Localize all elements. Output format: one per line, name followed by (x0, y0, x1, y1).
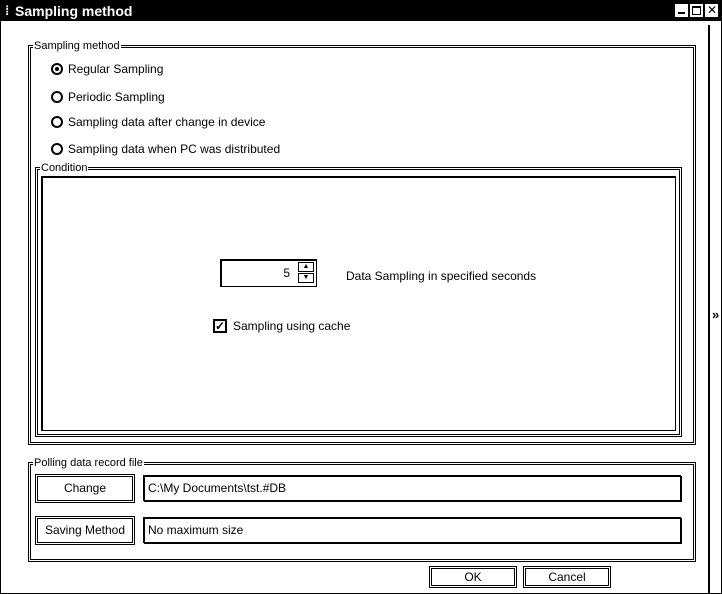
seconds-label: Data Sampling in specified seconds (346, 269, 537, 283)
saving-method-field[interactable]: No maximum size (143, 517, 681, 543)
radio-label: Regular Sampling (68, 62, 164, 76)
condition-group-title: Condition (40, 161, 89, 175)
spinner-arrows: ▲ ▼ (298, 262, 314, 284)
spinner-up-icon[interactable]: ▲ (298, 262, 314, 272)
cache-checkbox[interactable]: ✓ (213, 319, 227, 333)
polling-file-group-title: Polling data record file (33, 456, 144, 470)
radio-unselected-icon[interactable] (51, 143, 63, 155)
title-bar[interactable]: ⁞ Sampling method (1, 1, 721, 21)
radio-periodic-sampling[interactable]: Periodic Sampling (51, 88, 165, 106)
cancel-button[interactable]: Cancel (523, 566, 611, 588)
radio-label: Sampling data after change in device (68, 115, 266, 129)
saving-method-button[interactable]: Saving Method (35, 516, 135, 545)
close-button[interactable] (705, 3, 718, 17)
radio-when-pc-distributed[interactable]: Sampling data when PC was distributed (51, 140, 280, 158)
grip-icon: ⁞ (5, 3, 10, 18)
seconds-value[interactable]: 5 (283, 266, 290, 280)
radio-label: Periodic Sampling (68, 90, 165, 104)
radio-selected-icon[interactable] (51, 63, 63, 75)
radio-unselected-icon[interactable] (51, 91, 63, 103)
ok-button[interactable]: OK (429, 566, 517, 588)
maximize-button[interactable] (690, 4, 703, 17)
radio-regular-sampling[interactable]: Regular Sampling (51, 60, 163, 78)
seconds-spinner[interactable]: 5 ▲ ▼ (220, 259, 317, 287)
window-title: Sampling method (15, 3, 133, 19)
radio-label: Sampling data when PC was distributed (68, 142, 281, 156)
right-edge-panel: » (708, 25, 721, 593)
file-path-field[interactable]: C:\My Documents\tst.#DB (143, 475, 681, 501)
change-button[interactable]: Change (35, 474, 135, 503)
spinner-down-icon[interactable]: ▼ (298, 273, 314, 283)
radio-after-change-in-device[interactable]: Sampling data after change in device (51, 113, 265, 131)
collapse-arrow-icon[interactable]: » (712, 307, 719, 322)
cache-label: Sampling using cache (233, 319, 351, 333)
sampling-method-window: ⁞ Sampling method » Sampling method Regu… (0, 0, 722, 594)
sampling-method-group-title: Sampling method (33, 39, 121, 53)
radio-unselected-icon[interactable] (51, 116, 63, 128)
condition-inner-frame (41, 176, 676, 431)
minimize-button[interactable] (675, 4, 688, 17)
